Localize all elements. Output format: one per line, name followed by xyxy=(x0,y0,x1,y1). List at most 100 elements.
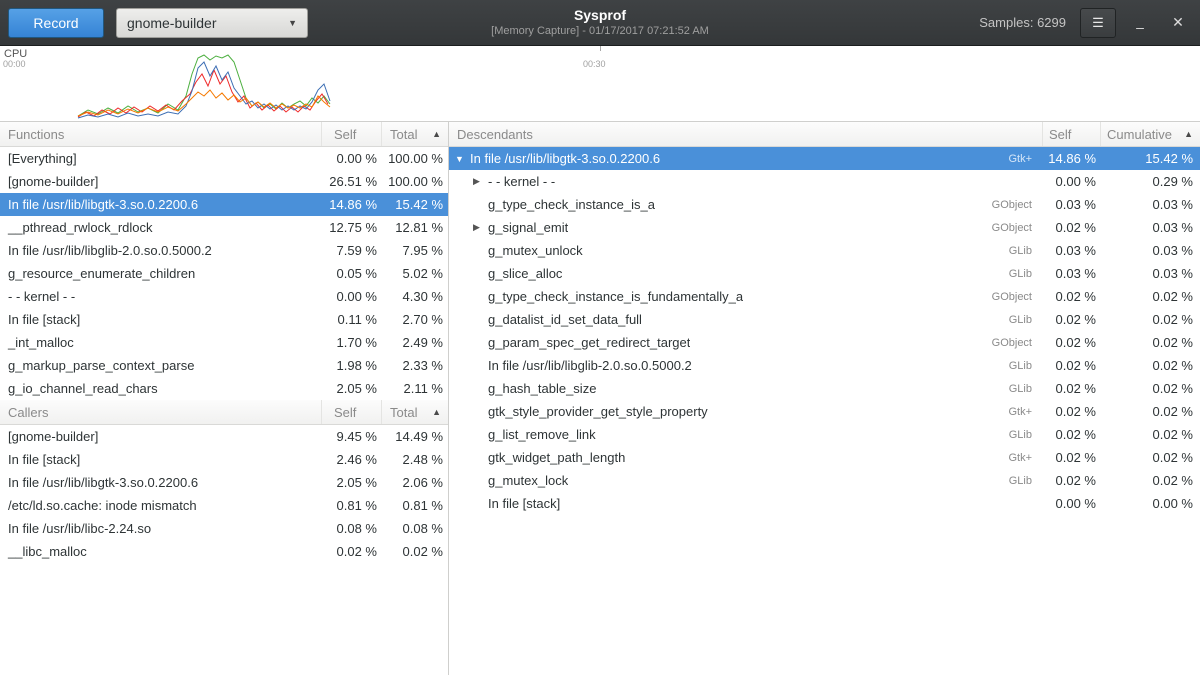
library-tag: GLib xyxy=(1009,475,1042,487)
function-name: In file [stack] xyxy=(0,312,321,327)
descendant-row[interactable]: In file /usr/lib/libglib-2.0.so.0.5000.2… xyxy=(449,354,1200,377)
function-name: [Everything] xyxy=(0,151,321,166)
callers-header-row: Callers Self Total ▲ xyxy=(0,400,448,425)
menu-button[interactable]: ☰ xyxy=(1080,8,1116,38)
header-bar: Record gnome-builder ▼ Sysprof [Memory C… xyxy=(0,0,1200,46)
function-row[interactable]: In file /usr/lib/libglib-2.0.so.0.5000.2… xyxy=(0,239,448,262)
minimize-button[interactable]: – xyxy=(1126,9,1154,37)
function-self-value: 0.11 % xyxy=(321,312,381,327)
main-content: Functions Self Total ▲ [Everything] 0.00… xyxy=(0,122,1200,675)
close-icon: ✕ xyxy=(1172,14,1184,31)
column-header-self[interactable]: Self xyxy=(321,400,381,424)
caller-row[interactable]: [gnome-builder] 9.45 % 14.49 % xyxy=(0,425,448,448)
column-header-self[interactable]: Self xyxy=(321,122,381,146)
descendant-row[interactable]: ▶ g_signal_emit GObject 0.02 % 0.03 % xyxy=(449,216,1200,239)
caller-row[interactable]: In file [stack] 2.46 % 2.48 % xyxy=(0,448,448,471)
descendant-cumulative-value: 0.02 % xyxy=(1100,289,1200,304)
expander-icon[interactable]: ▶ xyxy=(473,176,488,187)
cpu-graph[interactable]: CPU 00:00 00:30 xyxy=(0,46,1200,122)
library-tag: GLib xyxy=(1009,268,1042,280)
descendant-self-value: 0.02 % xyxy=(1042,312,1100,327)
column-header-functions[interactable]: Functions xyxy=(0,122,321,146)
descendant-self-value: 0.03 % xyxy=(1042,266,1100,281)
descendant-row[interactable]: g_mutex_lock GLib 0.02 % 0.02 % xyxy=(449,469,1200,492)
library-tag: GObject xyxy=(992,337,1042,349)
descendant-self-value: 0.02 % xyxy=(1042,427,1100,442)
caller-row[interactable]: /etc/ld.so.cache: inode mismatch 0.81 % … xyxy=(0,494,448,517)
caller-self-value: 9.45 % xyxy=(321,429,381,444)
library-tag: GObject xyxy=(992,222,1042,234)
caller-total-value: 2.06 % xyxy=(381,475,448,490)
column-header-callers[interactable]: Callers xyxy=(0,400,321,424)
capture-subtitle: [Memory Capture] - 01/17/2017 07:21:52 A… xyxy=(491,24,709,38)
library-tag: Gtk+ xyxy=(1008,406,1042,418)
function-total-value: 100.00 % xyxy=(381,151,448,166)
function-row[interactable]: _int_malloc 1.70 % 2.49 % xyxy=(0,331,448,354)
caller-row[interactable]: In file /usr/lib/libgtk-3.so.0.2200.6 2.… xyxy=(0,471,448,494)
function-row[interactable]: - - kernel - - 0.00 % 4.30 % xyxy=(0,285,448,308)
sort-arrow-icon: ▲ xyxy=(1184,129,1200,139)
descendant-row[interactable]: g_type_check_instance_is_fundamentally_a… xyxy=(449,285,1200,308)
descendant-name: g_list_remove_link xyxy=(488,427,596,442)
descendant-row[interactable]: g_hash_table_size GLib 0.02 % 0.02 % xyxy=(449,377,1200,400)
record-button[interactable]: Record xyxy=(8,8,104,38)
descendant-row[interactable]: ▼ In file /usr/lib/libgtk-3.so.0.2200.6 … xyxy=(449,147,1200,170)
descendant-name: g_param_spec_get_redirect_target xyxy=(488,335,690,350)
library-tag: Gtk+ xyxy=(1008,153,1042,165)
function-row[interactable]: [Everything] 0.00 % 100.00 % xyxy=(0,147,448,170)
function-name: - - kernel - - xyxy=(0,289,321,304)
window-title-block: Sysprof [Memory Capture] - 01/17/2017 07… xyxy=(491,7,709,38)
chevron-down-icon: ▼ xyxy=(288,18,297,28)
descendant-row[interactable]: gtk_widget_path_length Gtk+ 0.02 % 0.02 … xyxy=(449,446,1200,469)
caller-row[interactable]: __libc_malloc 0.02 % 0.02 % xyxy=(0,540,448,563)
time-label-mid: 00:30 xyxy=(583,59,606,69)
function-row[interactable]: In file [stack] 0.11 % 2.70 % xyxy=(0,308,448,331)
function-total-value: 15.42 % xyxy=(381,197,448,212)
descendant-name: - - kernel - - xyxy=(488,174,555,189)
close-button[interactable]: ✕ xyxy=(1164,9,1192,37)
descendant-self-value: 0.02 % xyxy=(1042,358,1100,373)
descendant-cumulative-value: 0.03 % xyxy=(1100,220,1200,235)
descendant-row[interactable]: g_slice_alloc GLib 0.03 % 0.03 % xyxy=(449,262,1200,285)
descendant-row[interactable]: g_mutex_unlock GLib 0.03 % 0.03 % xyxy=(449,239,1200,262)
caller-row[interactable]: In file /usr/lib/libc-2.24.so 0.08 % 0.0… xyxy=(0,517,448,540)
function-row[interactable]: g_resource_enumerate_children 0.05 % 5.0… xyxy=(0,262,448,285)
function-total-value: 4.30 % xyxy=(381,289,448,304)
library-tag: GLib xyxy=(1009,383,1042,395)
target-selector-dropdown[interactable]: gnome-builder ▼ xyxy=(116,8,308,38)
descendant-row[interactable]: g_list_remove_link GLib 0.02 % 0.02 % xyxy=(449,423,1200,446)
descendant-cumulative-value: 0.03 % xyxy=(1100,197,1200,212)
expander-icon[interactable]: ▶ xyxy=(473,222,488,233)
callers-panel: Callers Self Total ▲ [gnome-builder] 9.4… xyxy=(0,400,448,563)
function-total-value: 2.11 % xyxy=(381,381,448,396)
function-row[interactable]: In file /usr/lib/libgtk-3.so.0.2200.6 14… xyxy=(0,193,448,216)
descendant-self-value: 0.03 % xyxy=(1042,197,1100,212)
descendant-self-value: 0.02 % xyxy=(1042,450,1100,465)
descendant-cumulative-value: 0.02 % xyxy=(1100,427,1200,442)
function-self-value: 0.00 % xyxy=(321,151,381,166)
function-name: __pthread_rwlock_rdlock xyxy=(0,220,321,235)
descendant-row[interactable]: g_param_spec_get_redirect_target GObject… xyxy=(449,331,1200,354)
descendant-row[interactable]: In file [stack] 0.00 % 0.00 % xyxy=(449,492,1200,515)
descendant-row[interactable]: gtk_style_provider_get_style_property Gt… xyxy=(449,400,1200,423)
column-header-cumulative[interactable]: Cumulative ▲ xyxy=(1100,122,1200,146)
function-row[interactable]: g_markup_parse_context_parse 1.98 % 2.33… xyxy=(0,354,448,377)
hamburger-menu-icon: ☰ xyxy=(1092,15,1104,31)
column-header-descendants[interactable]: Descendants xyxy=(449,122,1042,146)
caller-name: In file /usr/lib/libc-2.24.so xyxy=(0,521,321,536)
function-row[interactable]: g_io_channel_read_chars 2.05 % 2.11 % xyxy=(0,377,448,400)
expander-icon[interactable]: ▼ xyxy=(455,154,470,164)
function-total-value: 2.33 % xyxy=(381,358,448,373)
descendant-row[interactable]: g_type_check_instance_is_a GObject 0.03 … xyxy=(449,193,1200,216)
descendant-row[interactable]: ▶ - - kernel - - 0.00 % 0.29 % xyxy=(449,170,1200,193)
column-header-total[interactable]: Total ▲ xyxy=(381,400,448,424)
descendant-row[interactable]: g_datalist_id_set_data_full GLib 0.02 % … xyxy=(449,308,1200,331)
descendant-cumulative-value: 0.02 % xyxy=(1100,450,1200,465)
function-row[interactable]: [gnome-builder] 26.51 % 100.00 % xyxy=(0,170,448,193)
function-row[interactable]: __pthread_rwlock_rdlock 12.75 % 12.81 % xyxy=(0,216,448,239)
descendant-self-value: 0.02 % xyxy=(1042,335,1100,350)
column-header-total[interactable]: Total ▲ xyxy=(381,122,448,146)
column-header-self[interactable]: Self xyxy=(1042,122,1100,146)
minimize-icon: – xyxy=(1136,19,1144,35)
caller-total-value: 14.49 % xyxy=(381,429,448,444)
